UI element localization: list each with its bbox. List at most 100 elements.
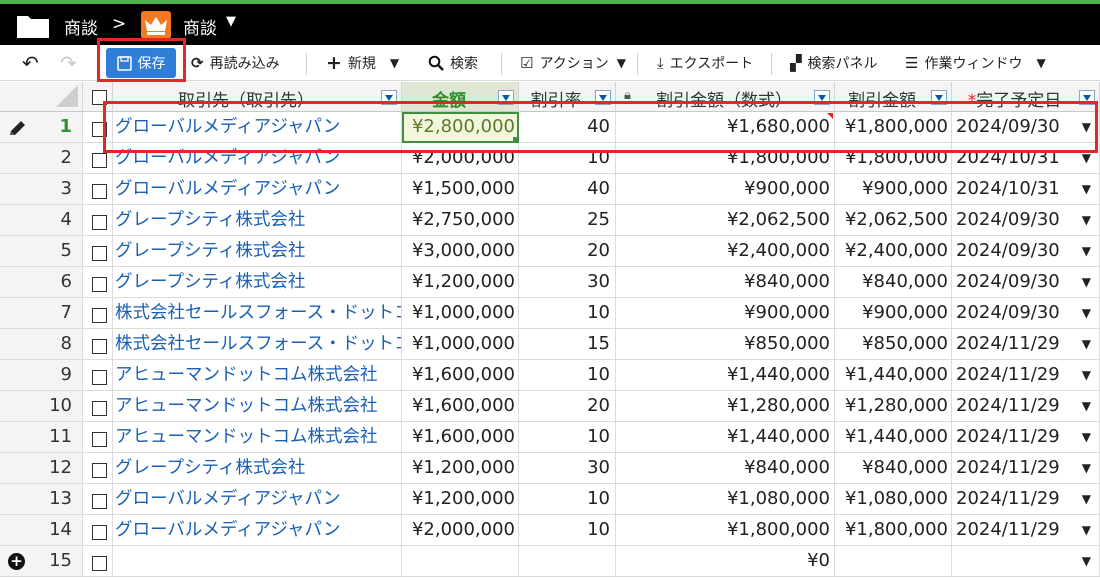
amount-cell[interactable]: ¥3,000,000: [402, 236, 519, 267]
rate-cell[interactable]: 10: [519, 143, 616, 174]
rate-cell[interactable]: 20: [519, 391, 616, 422]
chevron-down-icon[interactable]: ▼: [226, 14, 236, 29]
header-formula-discount[interactable]: 🔒︎ 割引金額（数式）: [616, 82, 835, 112]
chevron-down-icon[interactable]: ▼: [1082, 484, 1091, 514]
row-select-cell[interactable]: [83, 422, 113, 453]
close-date-cell[interactable]: 2024/11/29 ▼: [952, 453, 1100, 484]
row-number[interactable]: 5: [0, 236, 83, 267]
header-discount[interactable]: 割引金額: [835, 82, 952, 112]
close-date-cell[interactable]: 2024/11/29 ▼: [952, 422, 1100, 453]
account-link[interactable]: グローバルメディアジャパン: [113, 143, 402, 174]
row-checkbox[interactable]: [92, 184, 107, 199]
chevron-down-icon[interactable]: ▼: [1082, 329, 1091, 359]
table-row[interactable]: 14 グローバルメディアジャパン ¥2,000,000 10 ¥1,800,000 ¥1,…: [0, 515, 1100, 546]
row-number[interactable]: 7: [0, 298, 83, 329]
rate-cell[interactable]: 10: [519, 422, 616, 453]
folder-icon[interactable]: [16, 13, 50, 39]
discount-cell[interactable]: ¥1,080,000: [835, 484, 952, 515]
close-date-cell[interactable]: 2024/09/30 ▼: [952, 205, 1100, 236]
row-checkbox[interactable]: [92, 153, 107, 168]
rate-cell[interactable]: 20: [519, 236, 616, 267]
table-row[interactable]: 2 グローバルメディアジャパン ¥2,000,000 10 ¥1,800,000 ¥1,8…: [0, 143, 1100, 174]
row-number[interactable]: +15: [0, 546, 83, 577]
row-checkbox[interactable]: [92, 494, 107, 509]
account-link[interactable]: アヒューマンドットコム株式会社: [113, 391, 402, 422]
row-select-cell[interactable]: [83, 143, 113, 174]
new-row[interactable]: +15 ¥0 ▼: [0, 546, 1100, 577]
table-row[interactable]: 6 グレープシティ株式会社 ¥1,200,000 30 ¥840,000 ¥840,000…: [0, 267, 1100, 298]
row-select-cell[interactable]: [83, 298, 113, 329]
close-date-cell[interactable]: 2024/10/31 ▼: [952, 174, 1100, 205]
row-number[interactable]: 3: [0, 174, 83, 205]
row-number[interactable]: 6: [0, 267, 83, 298]
row-select-cell[interactable]: [83, 391, 113, 422]
new-button[interactable]: + 新規 ▼: [326, 45, 399, 81]
row-number[interactable]: 11: [0, 422, 83, 453]
chevron-down-icon[interactable]: ▼: [1082, 236, 1091, 266]
export-button[interactable]: ⤓ エクスポート: [657, 45, 753, 81]
close-date-cell[interactable]: ▼: [952, 546, 1100, 577]
account-link[interactable]: グローバルメディアジャパン: [113, 515, 402, 546]
amount-cell[interactable]: ¥1,200,000: [402, 453, 519, 484]
account-link[interactable]: アヒューマンドットコム株式会社: [113, 360, 402, 391]
row-checkbox[interactable]: [92, 308, 107, 323]
table-row[interactable]: 1 グローバルメディアジャパン ¥2,800,000 40 ¥1,680,000 ¥1,8…: [0, 112, 1100, 143]
table-row[interactable]: 8 株式会社セールスフォース・ドットコム ¥1,000,000 15 ¥850,000 ¥…: [0, 329, 1100, 360]
search-button[interactable]: 検索: [428, 45, 478, 81]
table-row[interactable]: 13 グローバルメディアジャパン ¥1,200,000 10 ¥1,080,000 ¥1,…: [0, 484, 1100, 515]
discount-cell[interactable]: ¥900,000: [835, 298, 952, 329]
row-select-cell[interactable]: [83, 546, 113, 577]
close-date-cell[interactable]: 2024/11/29 ▼: [952, 329, 1100, 360]
account-link[interactable]: グローバルメディアジャパン: [113, 174, 402, 205]
amount-cell[interactable]: [402, 546, 519, 577]
rate-cell[interactable]: 10: [519, 484, 616, 515]
row-checkbox[interactable]: [92, 215, 107, 230]
amount-cell[interactable]: ¥2,800,000: [402, 112, 519, 143]
discount-cell[interactable]: ¥840,000: [835, 267, 952, 298]
row-number[interactable]: 1: [0, 112, 83, 143]
rate-cell[interactable]: 15: [519, 329, 616, 360]
filter-dropdown-icon[interactable]: [498, 90, 514, 105]
header-close-date[interactable]: *完了予定日: [952, 82, 1100, 112]
close-date-cell[interactable]: 2024/11/29 ▼: [952, 484, 1100, 515]
close-date-cell[interactable]: 2024/09/30 ▼: [952, 298, 1100, 329]
search-panel-button[interactable]: ▞ 検索パネル: [790, 45, 878, 81]
table-row[interactable]: 5 グレープシティ株式会社 ¥3,000,000 20 ¥2,400,000 ¥2,400…: [0, 236, 1100, 267]
work-window-button[interactable]: ☰ 作業ウィンドウ ▼: [905, 45, 1046, 81]
row-number[interactable]: 14: [0, 515, 83, 546]
account-link[interactable]: アヒューマンドットコム株式会社: [113, 422, 402, 453]
filter-dropdown-icon[interactable]: [814, 90, 830, 105]
header-account[interactable]: 取引先（取引先）: [113, 82, 402, 112]
row-select-cell[interactable]: [83, 329, 113, 360]
chevron-down-icon[interactable]: ▼: [1082, 267, 1091, 297]
table-row[interactable]: 10 アヒューマンドットコム株式会社 ¥1,600,000 20 ¥1,280,000 ¥…: [0, 391, 1100, 422]
discount-cell[interactable]: [835, 546, 952, 577]
chevron-down-icon[interactable]: ▼: [1082, 391, 1091, 421]
chevron-down-icon[interactable]: ▼: [617, 56, 626, 70]
row-select-cell[interactable]: [83, 360, 113, 391]
rate-cell[interactable]: 10: [519, 515, 616, 546]
select-all-checkbox[interactable]: [92, 90, 107, 105]
account-cell[interactable]: [113, 546, 402, 577]
rate-cell[interactable]: 10: [519, 298, 616, 329]
row-select-cell[interactable]: [83, 515, 113, 546]
header-select-all[interactable]: [83, 82, 113, 112]
chevron-down-icon[interactable]: ▼: [1082, 143, 1091, 173]
row-checkbox[interactable]: [92, 339, 107, 354]
rate-cell[interactable]: 25: [519, 205, 616, 236]
rate-cell[interactable]: 40: [519, 174, 616, 205]
amount-cell[interactable]: ¥1,600,000: [402, 360, 519, 391]
rate-cell[interactable]: [519, 546, 616, 577]
row-number[interactable]: 2: [0, 143, 83, 174]
breadcrumb-current[interactable]: 商談: [183, 14, 217, 39]
account-link[interactable]: グレープシティ株式会社: [113, 205, 402, 236]
account-link[interactable]: 株式会社セールスフォース・ドットコム: [113, 329, 402, 360]
chevron-down-icon[interactable]: ▼: [1082, 174, 1091, 204]
reload-button[interactable]: ⟳ 再読み込み: [191, 45, 280, 81]
table-row[interactable]: 4 グレープシティ株式会社 ¥2,750,000 25 ¥2,062,500 ¥2,062…: [0, 205, 1100, 236]
row-checkbox[interactable]: [92, 525, 107, 540]
discount-cell[interactable]: ¥850,000: [835, 329, 952, 360]
chevron-down-icon[interactable]: ▼: [1082, 546, 1091, 576]
row-number[interactable]: 9: [0, 360, 83, 391]
row-select-cell[interactable]: [83, 205, 113, 236]
